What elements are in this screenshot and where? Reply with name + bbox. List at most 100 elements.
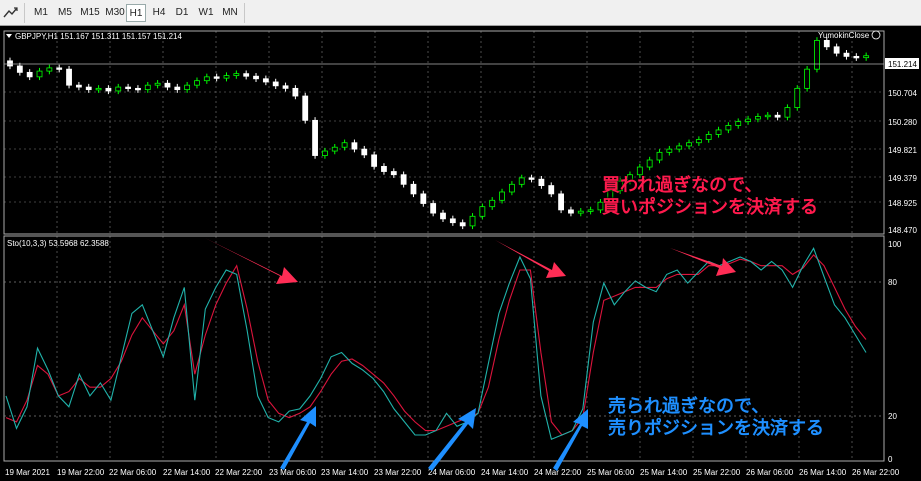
timeframe-m1-button[interactable]: M1 (30, 4, 52, 22)
candle-body (390, 171, 397, 176)
candle-body (164, 82, 171, 88)
candle-body (223, 75, 230, 79)
oversold-arrow (553, 409, 588, 471)
candle-body (66, 68, 72, 86)
price-axis-label: 150.704 (888, 89, 917, 98)
timeframe-h1-button[interactable]: H1 (126, 4, 146, 22)
price-axis-label: 148.925 (888, 199, 917, 208)
candle-body (381, 165, 387, 172)
time-label: 19 Mar 22:00 (57, 468, 105, 477)
time-label: 26 Mar 06:00 (746, 468, 794, 477)
candle-body (489, 199, 496, 208)
candle-body (56, 67, 63, 70)
candle-body (213, 76, 220, 79)
candle-body (331, 146, 338, 152)
candle-body (341, 142, 348, 148)
candle-body (469, 215, 476, 227)
candle-body (105, 87, 112, 92)
candle-body (666, 148, 673, 153)
timeframe-w1-button[interactable]: W1 (195, 4, 217, 22)
candle-body (499, 191, 505, 201)
time-label: 26 Mar 14:00 (799, 468, 847, 477)
stochastic-header: Sto(10,3,3) 53.5968 62.3588 (7, 239, 109, 248)
candle-body (430, 203, 437, 214)
candle-body (538, 178, 545, 186)
overbought-arrow (205, 238, 298, 284)
overbought-line-2: 買いポジションを決済する (602, 197, 818, 218)
candle-body (833, 46, 840, 54)
candle-body (686, 142, 692, 147)
candle-body (75, 84, 82, 88)
candle-body (508, 183, 515, 193)
candle-body (745, 118, 751, 123)
candle-body (823, 39, 830, 48)
timeframe-m15-button[interactable]: M15 (78, 4, 102, 22)
candle-body (440, 212, 446, 220)
candle-body (843, 52, 850, 57)
time-axis: 19 Mar 2021 19 Mar 22:00 22 Mar 06:00 22… (5, 468, 900, 477)
candle-body (804, 68, 811, 89)
chart-tools-icon[interactable] (2, 5, 20, 21)
price-axis-label: 149.379 (888, 174, 917, 183)
candle-body (656, 151, 663, 161)
candle-body (115, 86, 122, 92)
candle-body (735, 121, 742, 126)
candle-body (7, 60, 13, 67)
candle-body (764, 114, 771, 118)
timeframe-m5-button[interactable]: M5 (54, 4, 76, 22)
candle-body (26, 71, 33, 78)
price-axis-label: 150.280 (888, 118, 917, 127)
level-label: 0 (888, 455, 893, 464)
candle-body (725, 125, 732, 131)
candle-body (853, 55, 860, 59)
toolbar-separator (24, 3, 25, 23)
candle-body (154, 82, 161, 86)
candle-body (715, 129, 722, 135)
time-label: 19 Mar 2021 (5, 468, 50, 477)
candle-body (794, 87, 801, 108)
candle-body (144, 84, 151, 91)
toolbar-separator (244, 3, 245, 23)
symbol-header: GBPJPY,H1 151.167 151.311 151.157 151.21… (15, 32, 183, 41)
candle-body (174, 86, 181, 91)
candle-body (558, 193, 564, 211)
candle-body (774, 114, 781, 118)
candle-body (548, 185, 555, 195)
candle-body (676, 145, 683, 150)
timeframe-d1-button[interactable]: D1 (172, 4, 192, 22)
candle-body (194, 80, 200, 86)
candle-body (233, 73, 240, 76)
candle-body (410, 183, 417, 195)
timeframe-toolbar: M1 M5 M15 M30 H1 H4 D1 W1 MN (0, 0, 921, 26)
current-price-label: 151.214 (888, 60, 917, 69)
time-label: 25 Mar 22:00 (693, 468, 741, 477)
candle-body (312, 119, 318, 156)
price-axis-label: 148.470 (888, 226, 917, 235)
candle-body (449, 218, 456, 224)
candle-body (587, 209, 594, 212)
candle-body (16, 65, 23, 73)
indicator-name-label: YumokinClose (818, 31, 870, 40)
timeframe-m30-button[interactable]: M30 (103, 4, 127, 22)
oversold-line-1: 売られ過ぎなので、 (608, 396, 770, 417)
candle-body (272, 81, 279, 87)
candle-body (646, 159, 653, 168)
overbought-line-1: 買われ過ぎなので、 (602, 175, 763, 196)
symbol-dropdown-icon[interactable] (6, 34, 12, 38)
candle-body (351, 142, 358, 150)
time-label: 23 Mar 06:00 (269, 468, 317, 477)
candle-body (282, 85, 289, 89)
level-label: 20 (888, 412, 897, 421)
candle-body (459, 222, 466, 227)
timeframe-mn-button[interactable]: MN (219, 4, 241, 22)
candle-body (400, 174, 407, 185)
candle-body (36, 70, 43, 78)
oversold-line-2: 売りポジションを決済する (608, 418, 824, 439)
candle-body (46, 67, 53, 72)
candle-body (361, 148, 368, 156)
timeframe-h4-button[interactable]: H4 (149, 4, 169, 22)
candle-body (784, 107, 791, 118)
candle-body (577, 210, 584, 214)
overbought-arrow (670, 248, 736, 276)
time-label: 24 Mar 06:00 (428, 468, 476, 477)
